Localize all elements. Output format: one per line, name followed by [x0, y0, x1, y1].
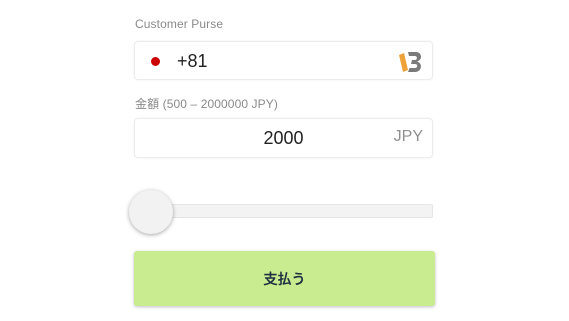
amount-slider-track[interactable]: [135, 204, 433, 218]
brand-b-logo-icon: [399, 52, 422, 72]
amount-slider-thumb[interactable]: [129, 190, 173, 234]
japan-flag-icon[interactable]: [151, 57, 160, 66]
amount-currency: JPY: [393, 128, 423, 145]
amount-field[interactable]: 2000 JPY: [134, 118, 433, 158]
payment-form: Customer Purse +81 金額 (500 – 2000000 JPY…: [0, 0, 569, 321]
pay-button[interactable]: 支払う: [134, 251, 435, 306]
customer-purse-field[interactable]: +81: [134, 41, 433, 80]
amount-input-value[interactable]: 2000: [135, 128, 432, 149]
dial-code-value[interactable]: +81: [177, 51, 208, 72]
amount-label: 金額 (500 – 2000000 JPY): [135, 97, 278, 111]
customer-purse-label: Customer Purse: [135, 17, 224, 31]
